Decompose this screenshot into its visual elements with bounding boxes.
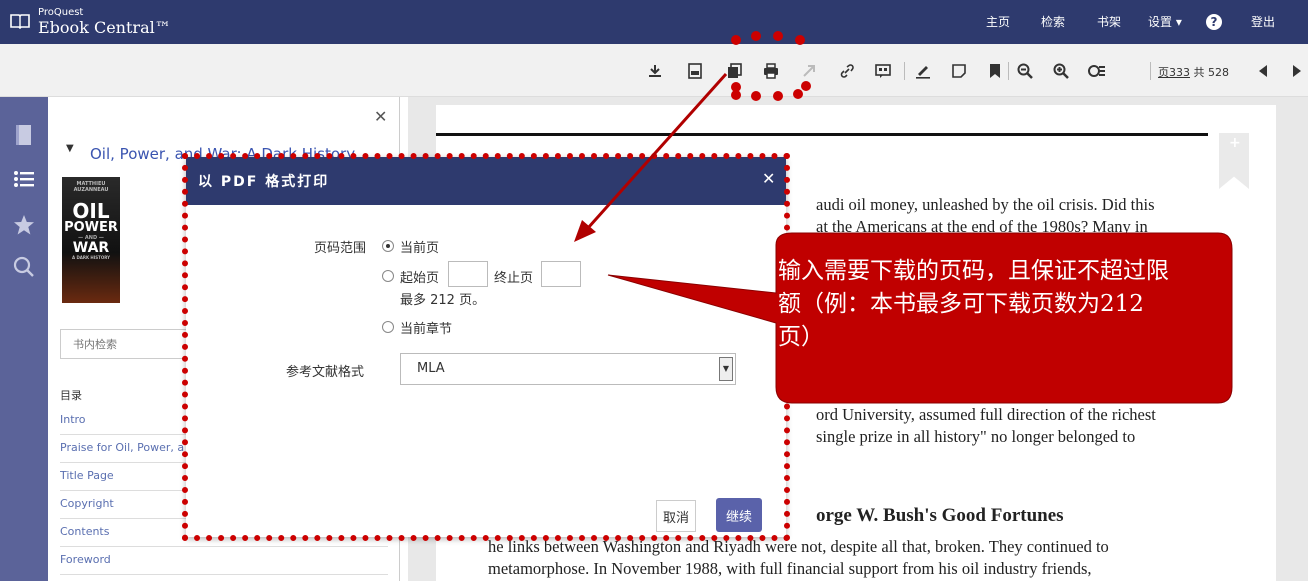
page-text-line: ord University, assumed full direction o… [816,405,1156,424]
toc-item-foreword[interactable]: Foreword [60,547,388,575]
add-bookmark-ribbon[interactable]: + [1219,133,1249,189]
page-top-rule [436,133,1208,136]
nav-logout[interactable]: 登出 [1251,14,1275,30]
cite-icon[interactable] [874,62,892,80]
search-icon[interactable] [12,255,36,279]
brand-proquest: ProQuest [38,7,84,18]
page-text-line: audi oil money, unleashed by the oil cri… [816,195,1155,214]
note-icon[interactable] [950,62,968,80]
page-counter[interactable]: 页333 共 528 [1158,64,1229,80]
star-icon[interactable] [12,213,36,237]
plus-icon: + [1229,135,1241,151]
toc-list-icon[interactable] [12,167,36,191]
section-heading: orge W. Bush's Good Fortunes [816,505,1064,526]
close-icon[interactable]: ✕ [374,107,387,126]
top-navbar: ProQuest Ebook Central™ 主页 检索 书架 设置 ▾ ? … [0,0,1308,44]
link-icon[interactable] [838,62,856,80]
page-label-text: 页 [1158,66,1169,79]
page-total: 共 528 [1193,66,1230,79]
cover-word-power: POWER [64,220,118,235]
page-label[interactable]: 页333 [1158,66,1190,79]
left-icon-rail [0,97,48,581]
page-text-line: metamorphose. In November 1988, with ful… [488,559,1092,578]
bookmark-icon[interactable] [986,62,1004,80]
page-text-line: single prize in all history" no longer b… [816,427,1136,446]
nav-bookshelf[interactable]: 书架 [1097,14,1121,30]
nav-search[interactable]: 检索 [1041,14,1065,30]
book-logo-icon[interactable] [10,13,30,29]
toolbar-divider [904,62,905,80]
nav-settings[interactable]: 设置 ▾ [1148,14,1182,30]
book-cover-image: MATTHIEU AUZANNEAU OIL POWER — AND — WAR… [62,177,120,303]
cover-word-oil: OIL [72,199,110,223]
cover-word-war: WAR [72,240,110,256]
annotation-arrow [574,72,728,242]
zoom-in-icon[interactable] [1052,62,1070,80]
cover-subtitle: A DARK HISTORY [71,255,111,260]
brand-ebook-central[interactable]: Ebook Central™ [38,18,171,38]
help-icon[interactable]: ? [1206,14,1222,30]
next-page-icon[interactable] [1288,62,1306,80]
caret-down-icon[interactable]: ▼ [66,143,74,154]
page-number[interactable]: 333 [1169,66,1190,79]
toolbar-divider [1008,62,1009,80]
highlight-icon[interactable] [914,62,932,80]
toc-heading: 目录 [60,389,82,402]
toolbar-divider [1150,62,1151,80]
cover-author: MATTHIEU AUZANNEAU [73,181,109,193]
book-info-icon[interactable] [12,123,36,147]
nav-home[interactable]: 主页 [986,14,1010,30]
annotation-callout-text: 输入需要下载的页码，且保证不超过限额（例：本书最多可下载页数为212页） [778,258,1169,350]
zoom-out-icon[interactable] [1016,62,1034,80]
previous-page-icon[interactable] [1254,62,1272,80]
fit-width-icon[interactable] [1088,62,1106,80]
